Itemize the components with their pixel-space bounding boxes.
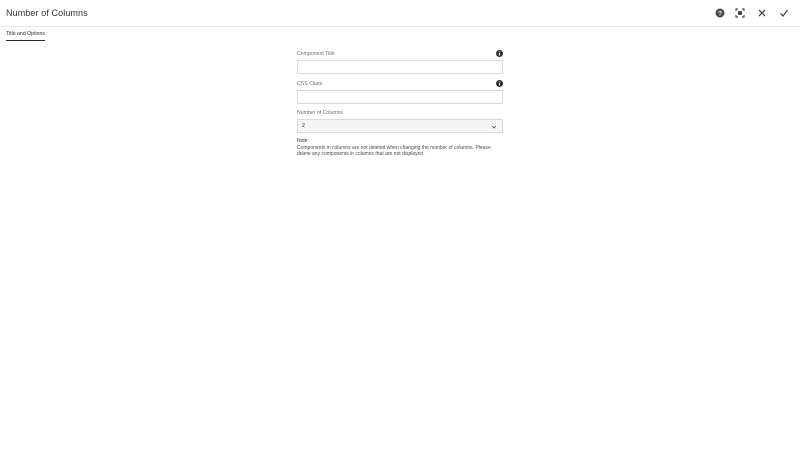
number-of-columns-value: 2 xyxy=(302,123,306,129)
info-icon[interactable] xyxy=(496,80,503,87)
dialog-header: Number of Columns ? xyxy=(0,0,800,27)
columns-note: Note: Components in columns are not dele… xyxy=(297,138,507,158)
fullscreen-icon xyxy=(735,8,745,18)
help-icon: ? xyxy=(715,8,725,18)
note-line: Components in columns are not deleted wh… xyxy=(297,144,491,151)
info-icon[interactable] xyxy=(496,50,503,57)
css-class-input[interactable] xyxy=(297,90,503,104)
css-class-label: CSS Class xyxy=(297,81,323,87)
close-button[interactable] xyxy=(756,7,768,19)
dialog-title: Number of Columns xyxy=(6,8,88,18)
svg-text:?: ? xyxy=(718,10,722,17)
fullscreen-button[interactable] xyxy=(734,7,746,19)
close-icon xyxy=(758,9,766,17)
note-title: Note: xyxy=(297,138,309,144)
note-line: delete any components in columns that ar… xyxy=(297,151,425,158)
done-button[interactable] xyxy=(778,7,790,19)
tab-title-and-options[interactable]: Title and Options xyxy=(6,31,46,41)
help-button[interactable]: ? xyxy=(714,7,726,19)
checkmark-icon xyxy=(780,9,789,17)
component-title-label: Component Title xyxy=(297,51,335,57)
number-of-columns-select[interactable]: 2 xyxy=(297,119,503,133)
component-title-input[interactable] xyxy=(297,60,503,74)
chevron-down-icon xyxy=(491,125,497,129)
number-of-columns-label: Number of Columns xyxy=(297,110,344,116)
